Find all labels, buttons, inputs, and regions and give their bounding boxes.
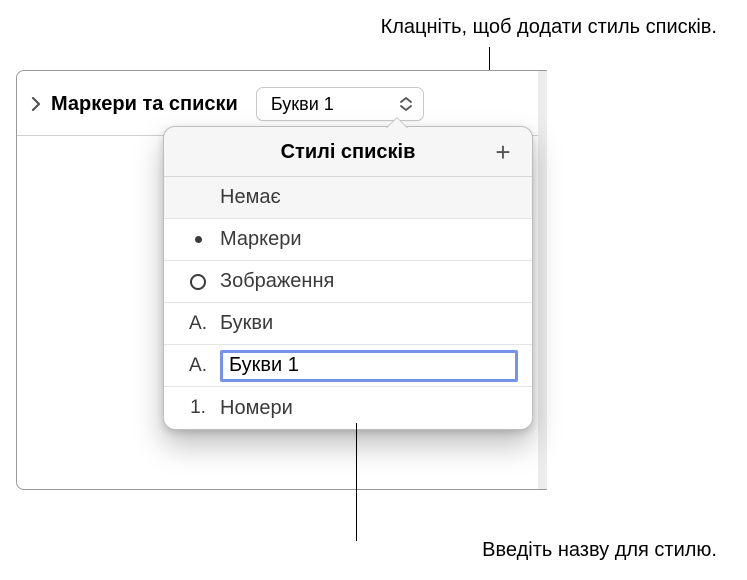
list-item[interactable]: A. [164,345,532,387]
style-name-input[interactable] [229,354,509,377]
plus-icon: + [495,137,510,168]
style-label: Маркери [220,228,518,251]
list-style-dropdown[interactable]: Букви 1 [256,87,424,121]
add-style-button[interactable]: + [488,137,518,167]
list-item[interactable]: 1. Номери [164,387,532,429]
style-list: Немає Маркери Зображення A. Букви A. 1. … [164,177,532,429]
list-item[interactable]: Немає [164,177,532,219]
style-label: Немає [220,186,518,209]
style-label: Букви [220,312,518,335]
callout-line-bottom [356,423,357,541]
callout-add-style: Клацніть, щоб додати стиль списків. [381,16,717,39]
list-item[interactable]: Маркери [164,219,532,261]
style-name-field-wrap [220,350,518,382]
disclosure-chevron-icon[interactable] [31,97,41,111]
panel-edge [538,70,547,490]
image-marker-icon [186,274,210,290]
letter-marker-icon: A. [186,313,210,335]
list-item[interactable]: Зображення [164,261,532,303]
popover-title-bar: Стилі списків + [164,127,532,177]
bullet-marker-icon [186,236,210,243]
style-label: Номери [220,397,518,420]
callout-enter-name: Введіть назву для стилю. [482,539,717,562]
section-label: Маркери та списки [51,93,238,116]
popover-title: Стилі списків [281,141,416,164]
style-label: Зображення [220,270,518,293]
dropdown-value: Букви 1 [271,94,334,115]
list-styles-popover: Стилі списків + Немає Маркери Зображення… [163,126,533,430]
number-marker-icon: 1. [186,397,210,419]
letter-marker-icon: A. [186,355,210,377]
list-item[interactable]: A. Букви [164,303,532,345]
updown-caret-icon [399,97,413,111]
